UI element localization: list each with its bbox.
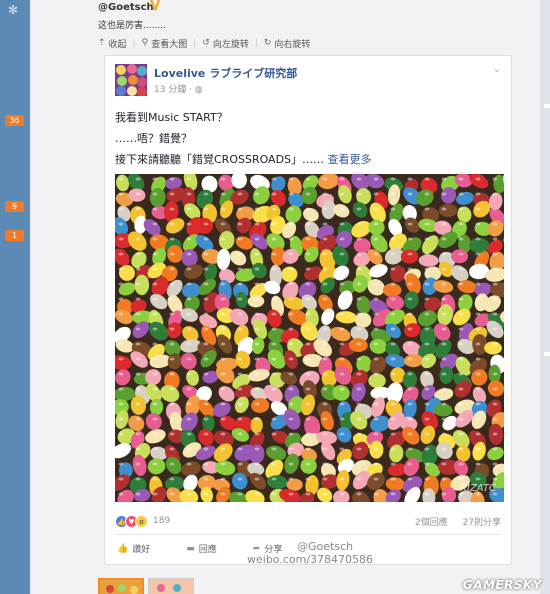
like-icon: 👍 [117, 543, 129, 554]
rotate-left-icon: ↺ [202, 38, 210, 48]
left-sidebar: ✻ 36 9 1 [0, 0, 30, 594]
weibo-watermark: @Goetsch weibo.com/378470586 [247, 540, 374, 566]
search-icon: ⚲ [141, 38, 149, 48]
gear-icon[interactable]: ✻ [8, 3, 18, 17]
see-more-link[interactable]: 查看更多 [328, 153, 372, 166]
view-large-button[interactable]: ⚲ 查看大图 | [141, 37, 203, 50]
wow-reaction-icon: o [135, 514, 148, 528]
reaction-count: 189 [153, 516, 171, 526]
post-line: 接下來請聽聽「錯覚CROSSROADS」…… 查看更多 [115, 153, 372, 166]
post-photo-jellybeans[interactable]: RIZATC [115, 174, 504, 502]
post-text: 这也是厉害........ [98, 21, 166, 31]
chevron-down-icon[interactable]: ⌄ [493, 64, 501, 75]
rotate-left-button[interactable]: ↺ 向左旋转 | [202, 37, 264, 50]
post-author[interactable]: @Goetsch [98, 2, 154, 13]
comment-icon: ▬ [186, 543, 195, 554]
thumbnail[interactable] [148, 578, 194, 594]
page-name-link[interactable]: Lovelive ラブライブ研究部 [154, 65, 297, 81]
photo-watermark: RIZATC [460, 483, 496, 494]
rotate-right-button[interactable]: ↻ 向右旋转 [263, 37, 317, 50]
globe-icon: ◍ [194, 85, 203, 95]
collapse-button[interactable]: ⇡ 收起 | [98, 37, 142, 50]
divider [115, 534, 501, 535]
page-avatar[interactable] [115, 64, 147, 96]
facebook-post-card: Lovelive ラブライブ研究部 13 分鐘 · ◍ ⌄ 我看到Music S… [104, 55, 512, 565]
thumbnail-strip [98, 578, 194, 594]
like-button[interactable]: 👍 讚好 [117, 542, 150, 556]
thumbnail[interactable] [98, 578, 144, 594]
count-badge: 9 [5, 201, 24, 212]
count-badge: 36 [5, 115, 24, 126]
verified-v-icon: V [150, 0, 161, 14]
reaction-summary[interactable]: 👍 ♥ o 189 [115, 514, 170, 528]
image-toolbar: ⇡ 收起 | ⚲ 查看大图 | ↺ 向左旋转 | ↻ 向右旋转 [98, 37, 317, 50]
post-stats: 2個回應 27則分享 [403, 515, 501, 528]
rotate-right-icon: ↻ [263, 38, 272, 48]
count-badge: 1 [5, 230, 24, 241]
collapse-icon: ⇡ [98, 38, 106, 48]
share-count[interactable]: 27則分享 [463, 518, 501, 528]
post-line: ……唔？錯覺？ [115, 132, 192, 145]
comment-count[interactable]: 2個回應 [415, 518, 448, 528]
gamersky-watermark: GAMERSKY [462, 578, 542, 592]
right-panel-edge [540, 0, 550, 594]
post-line: 我看到Music START？ [115, 111, 228, 124]
post-time: 13 分鐘 · ◍ [154, 85, 203, 95]
comment-button[interactable]: ▬ 回應 [186, 542, 217, 556]
